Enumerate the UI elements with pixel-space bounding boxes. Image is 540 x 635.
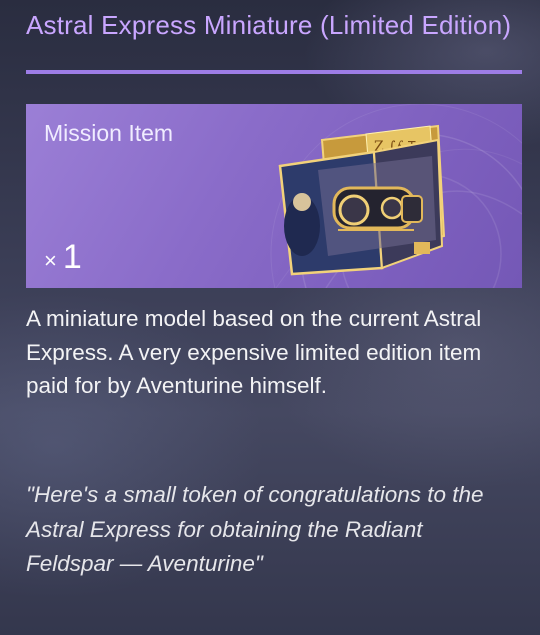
title-divider — [26, 70, 522, 74]
item-description: A miniature model based on the current A… — [26, 306, 482, 398]
item-card: Mission Item Z ∫ʎ Ɪ ∂ × 1 — [26, 104, 522, 288]
item-quote: "Here's a small token of congratulations… — [26, 482, 484, 576]
quantity-prefix: × — [44, 248, 57, 273]
quantity-value: 1 — [62, 238, 82, 276]
item-title: Astral Express Miniature (Limited Editio… — [26, 10, 512, 40]
astral-express-miniature-box-icon: Z ∫ʎ Ɪ ∂ — [278, 124, 446, 276]
item-type-label: Mission Item — [44, 120, 174, 146]
item-quantity: × 1 — [44, 238, 82, 277]
